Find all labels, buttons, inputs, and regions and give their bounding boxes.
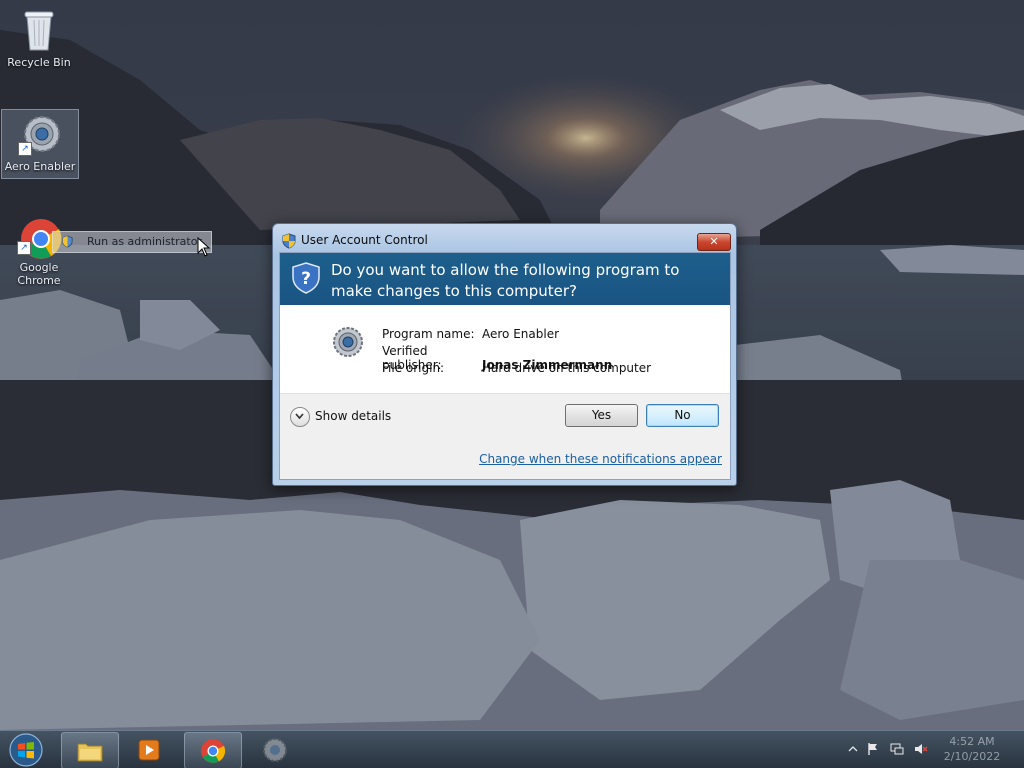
no-button[interactable]: No (646, 404, 719, 427)
svg-text:?: ? (301, 269, 311, 289)
desktop-icon-recycle-bin[interactable]: Recycle Bin (1, 6, 77, 69)
desktop-icon-label: Google Chrome (17, 261, 61, 287)
taskbar-windows-explorer[interactable] (61, 732, 119, 768)
desktop-icon-aero-enabler[interactable]: ↗ Aero Enabler (1, 109, 79, 179)
close-button[interactable]: ✕ (697, 233, 731, 251)
desktop-icon-label: Recycle Bin (7, 56, 71, 69)
taskbar-clock[interactable]: 4:52 AM 2/10/2022 (924, 734, 1020, 764)
shortcut-arrow-icon: ↗ (17, 241, 31, 255)
context-menu-run-as-administrator[interactable]: Run as administrator (52, 231, 212, 253)
chevron-down-icon (295, 413, 304, 420)
uac-shield-icon (282, 233, 296, 249)
program-info: Program name: Aero Enabler Verified publi… (280, 305, 730, 393)
gear-icon (333, 327, 363, 357)
media-player-icon (138, 739, 160, 761)
uac-dialog: User Account Control ✕ ? Do you want to … (272, 223, 737, 486)
uac-shield-icon (62, 235, 73, 248)
dialog-header: ? Do you want to allow the following pro… (280, 253, 730, 305)
show-details-toggle[interactable] (290, 407, 310, 427)
gear-icon (263, 738, 287, 762)
taskbar: 4:52 AM 2/10/2022 (0, 730, 1024, 768)
recycle-bin-icon (15, 6, 63, 54)
network-icon[interactable] (890, 742, 904, 756)
taskbar-media-player[interactable] (121, 732, 177, 767)
action-center-flag-icon[interactable] (866, 742, 880, 756)
file-origin-row: File origin: Hard drive on this computer (382, 361, 651, 375)
start-button[interactable] (8, 733, 44, 767)
question-shield-icon: ? (292, 262, 320, 294)
show-hidden-icons-icon[interactable] (846, 742, 860, 756)
dialog-footer: Change when these notifications appear (280, 438, 730, 479)
taskbar-aero-enabler[interactable] (247, 732, 303, 767)
context-menu-label: Run as administrator (87, 235, 202, 248)
gear-icon: ↗ (16, 110, 64, 158)
change-notifications-link[interactable]: Change when these notifications appear (479, 452, 722, 466)
file-origin-label: File origin: (382, 361, 445, 375)
clock-time: 4:52 AM (949, 735, 995, 748)
dialog-question: Do you want to allow the following progr… (331, 261, 680, 300)
desktop-icon-label: Aero Enabler (4, 160, 76, 173)
show-details-label[interactable]: Show details (315, 409, 391, 423)
program-name-label: Program name: (382, 327, 475, 341)
dialog-content: ? Do you want to allow the following pro… (279, 252, 731, 480)
program-name-row: Program name: Aero Enabler (382, 327, 559, 341)
mouse-cursor-icon (197, 237, 211, 257)
clock-date: 2/10/2022 (943, 750, 1001, 763)
program-name-value: Aero Enabler (482, 327, 560, 341)
dialog-actions: Show details Yes No (280, 393, 730, 439)
file-origin-value: Hard drive on this computer (482, 361, 652, 375)
folder-icon (77, 743, 103, 762)
taskbar-google-chrome[interactable] (184, 732, 242, 768)
shortcut-arrow-icon: ↗ (18, 142, 32, 156)
dialog-title: User Account Control (301, 233, 428, 247)
chrome-icon (201, 739, 226, 763)
yes-button[interactable]: Yes (565, 404, 638, 427)
